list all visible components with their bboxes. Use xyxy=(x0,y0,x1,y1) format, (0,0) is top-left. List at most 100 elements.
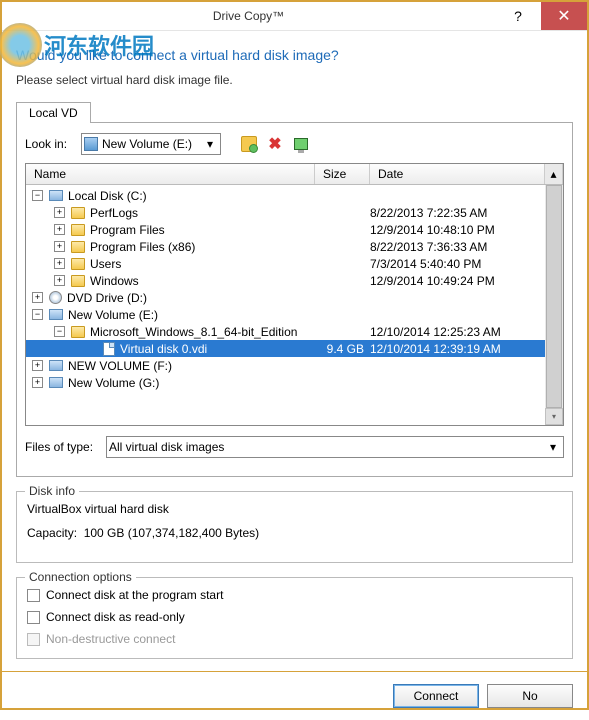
expand-toggle[interactable]: + xyxy=(54,241,65,252)
drive-icon xyxy=(49,377,63,388)
expand-toggle[interactable]: + xyxy=(32,377,43,388)
tree-item-label: DVD Drive (D:) xyxy=(67,291,147,305)
disk-type: VirtualBox virtual hard disk xyxy=(27,502,562,516)
capacity-label: Capacity: xyxy=(27,526,77,540)
tree-item-date: 12/10/2014 12:25:23 AM xyxy=(370,325,545,339)
col-size[interactable]: Size xyxy=(315,164,370,184)
lookin-label: Look in: xyxy=(25,137,75,151)
tree-item-label: Program Files (x86) xyxy=(90,240,195,254)
tree-item-label: New Volume (E:) xyxy=(68,308,158,322)
expand-toggle[interactable]: − xyxy=(54,326,65,337)
tree-row[interactable]: − Microsoft_Windows_8.1_64-bit_Edition 12/… xyxy=(26,323,545,340)
scroll-up-button[interactable]: ▴ xyxy=(545,164,563,184)
chevron-down-icon: ▾ xyxy=(545,440,561,454)
expand-toggle[interactable]: + xyxy=(32,292,43,303)
scrollbar[interactable]: ▾ xyxy=(545,185,563,425)
watermark-text: 河东软件园 xyxy=(44,29,154,61)
col-name[interactable]: Name xyxy=(26,164,315,184)
file-list-header: Name Size Date ▴ xyxy=(26,164,563,185)
window-title: Drive Copy™ xyxy=(2,9,495,23)
expand-toggle[interactable]: − xyxy=(32,190,43,201)
connection-options-group: Connection options Connect disk at the p… xyxy=(16,577,573,659)
checkbox-read-only[interactable] xyxy=(27,611,40,624)
tree-item-label: Program Files xyxy=(90,223,165,237)
expand-toggle[interactable]: + xyxy=(32,360,43,371)
checkbox-non-destructive xyxy=(27,633,40,646)
tree-row[interactable]: + Program Files 12/9/2014 10:48:10 PM xyxy=(26,221,545,238)
filesoftype-combo[interactable]: All virtual disk images ▾ xyxy=(106,436,564,458)
capacity-value: 100 GB (107,374,182,400 Bytes) xyxy=(84,526,259,540)
tree-row[interactable]: Virtual disk 0.vdi 9.4 GB12/10/2014 12:39… xyxy=(26,340,545,357)
chevron-down-icon: ▾ xyxy=(202,137,218,151)
tree-row[interactable]: + NEW VOLUME (F:) xyxy=(26,357,545,374)
tree-item-label: Windows xyxy=(90,274,139,288)
tree-item-label: NEW VOLUME (F:) xyxy=(68,359,172,373)
tree-item-label: Microsoft_Windows_8.1_64-bit_Edition xyxy=(90,325,297,339)
tree-item-label: PerfLogs xyxy=(90,206,138,220)
lookin-combo[interactable]: New Volume (E:) ▾ xyxy=(81,133,221,155)
tree-item-label: Virtual disk 0.vdi xyxy=(120,342,207,356)
tree-row[interactable]: + New Volume (G:) xyxy=(26,374,545,391)
folder-icon xyxy=(71,224,85,236)
folder-icon xyxy=(71,258,85,270)
tree-item-date: 7/3/2014 5:40:40 PM xyxy=(370,257,545,271)
dialog-buttons: Connect No xyxy=(2,671,587,720)
tree-item-date: 12/9/2014 10:48:10 PM xyxy=(370,223,545,237)
connopts-legend: Connection options xyxy=(25,570,136,584)
tree-row[interactable]: + Users 7/3/2014 5:40:40 PM xyxy=(26,255,545,272)
expand-toggle[interactable]: + xyxy=(54,258,65,269)
tree-item-label: Local Disk (C:) xyxy=(68,189,147,203)
folder-icon xyxy=(71,207,85,219)
tree-row[interactable]: − New Volume (E:) xyxy=(26,306,545,323)
disk-info-legend: Disk info xyxy=(25,484,79,498)
tree-row[interactable]: + Program Files (x86) 8/22/2013 7:36:33 AM xyxy=(26,238,545,255)
filesoftype-label: Files of type: xyxy=(25,440,100,454)
folder-icon xyxy=(71,275,85,287)
filesoftype-value: All virtual disk images xyxy=(109,440,545,454)
tree-item-date: 8/22/2013 7:36:33 AM xyxy=(370,240,545,254)
expand-toggle[interactable]: + xyxy=(54,207,65,218)
scroll-down-button[interactable]: ▾ xyxy=(545,408,563,425)
folder-icon xyxy=(71,326,85,338)
close-button[interactable]: ✕ xyxy=(541,2,587,30)
col-date[interactable]: Date xyxy=(370,164,545,184)
close-icon: ✕ xyxy=(557,6,570,26)
expand-toggle[interactable]: − xyxy=(32,309,43,320)
tree-item-date: 8/22/2013 7:22:35 AM xyxy=(370,206,545,220)
new-folder-icon[interactable] xyxy=(241,136,257,152)
watermark-icon xyxy=(0,23,42,67)
file-tree[interactable]: −Local Disk (C:)+PerfLogs8/22/2013 7:22:… xyxy=(26,185,545,425)
drive-icon xyxy=(49,309,63,320)
dvd-icon xyxy=(49,291,62,304)
tree-row[interactable]: + PerfLogs 8/22/2013 7:22:35 AM xyxy=(26,204,545,221)
computer-icon[interactable] xyxy=(293,136,309,152)
scrollbar-thumb[interactable] xyxy=(546,185,562,408)
lookin-value: New Volume (E:) xyxy=(102,137,202,151)
tab-local-vd[interactable]: Local VD xyxy=(16,102,91,123)
tree-item-date: 12/9/2014 10:49:24 PM xyxy=(370,274,545,288)
tree-row[interactable]: + DVD Drive (D:) xyxy=(26,289,545,306)
connect-button[interactable]: Connect xyxy=(393,684,479,708)
tree-item-date: 12/10/2014 12:39:19 AM xyxy=(370,342,545,356)
tree-row[interactable]: + Windows 12/9/2014 10:49:24 PM xyxy=(26,272,545,289)
tree-item-label: Users xyxy=(90,257,121,271)
page-subheading: Please select virtual hard disk image fi… xyxy=(16,73,573,87)
tree-item-label: New Volume (G:) xyxy=(68,376,159,390)
no-button[interactable]: No xyxy=(487,684,573,708)
expand-toggle[interactable]: + xyxy=(54,275,65,286)
opt-non-destructive: Non-destructive connect xyxy=(46,632,175,646)
help-button[interactable]: ? xyxy=(495,2,541,30)
disk-info-group: Disk info VirtualBox virtual hard disk C… xyxy=(16,491,573,563)
file-list: Name Size Date ▴ −Local Disk (C:)+PerfLo… xyxy=(25,163,564,426)
tree-row[interactable]: − Local Disk (C:) xyxy=(26,187,545,204)
opt-read-only: Connect disk as read-only xyxy=(46,610,185,624)
delete-icon[interactable]: ✖ xyxy=(267,136,283,152)
drive-icon xyxy=(49,190,63,201)
expand-toggle[interactable]: + xyxy=(54,224,65,235)
tree-item-size: 9.4 GB xyxy=(315,342,370,356)
opt-program-start: Connect disk at the program start xyxy=(46,588,223,602)
tab-panel: Look in: New Volume (E:) ▾ ✖ Name Size D… xyxy=(16,122,573,477)
checkbox-program-start[interactable] xyxy=(27,589,40,602)
watermark: 河东软件园 xyxy=(0,23,154,67)
tab-strip: Local VD xyxy=(16,101,573,122)
